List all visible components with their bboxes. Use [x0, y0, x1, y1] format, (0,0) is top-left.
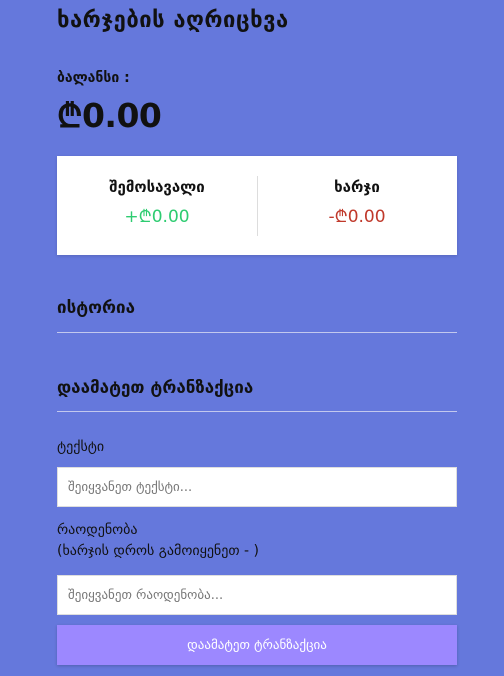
- income-label: შემოსავალი: [109, 178, 205, 196]
- summary-divider: [257, 176, 258, 236]
- expense-value: -₾0.00: [328, 207, 386, 227]
- income-summary: შემოსავალი +₾0.00: [57, 156, 257, 255]
- amount-field-label: რაოდენობა (ხარჯის დროს გამოიყენეთ - ): [57, 520, 259, 562]
- balance-value: ₾0.00: [57, 96, 162, 135]
- text-field-label: ტექსტი: [57, 439, 105, 455]
- amount-hint: (ხარჯის დროს გამოიყენეთ - ): [57, 543, 259, 559]
- app-title: ხარჯების აღრიცხვა: [57, 8, 289, 33]
- history-title: ისტორია: [57, 298, 135, 318]
- amount-label: რაოდენობა: [57, 522, 138, 538]
- expense-label: ხარჯი: [334, 178, 380, 196]
- history-divider: [57, 332, 457, 333]
- add-transaction-button[interactable]: დაამატეთ ტრანზაქცია: [57, 625, 457, 665]
- income-expense-card: შემოსავალი +₾0.00 ხარჯი -₾0.00: [57, 156, 457, 255]
- expense-summary: ხარჯი -₾0.00: [257, 156, 457, 255]
- income-value: +₾0.00: [124, 207, 190, 227]
- text-input[interactable]: [57, 467, 457, 507]
- amount-input[interactable]: [57, 575, 457, 615]
- form-divider: [57, 411, 457, 412]
- balance-label: ბალანსი :: [57, 70, 130, 86]
- add-transaction-title: დაამატეთ ტრანზაქცია: [57, 378, 254, 398]
